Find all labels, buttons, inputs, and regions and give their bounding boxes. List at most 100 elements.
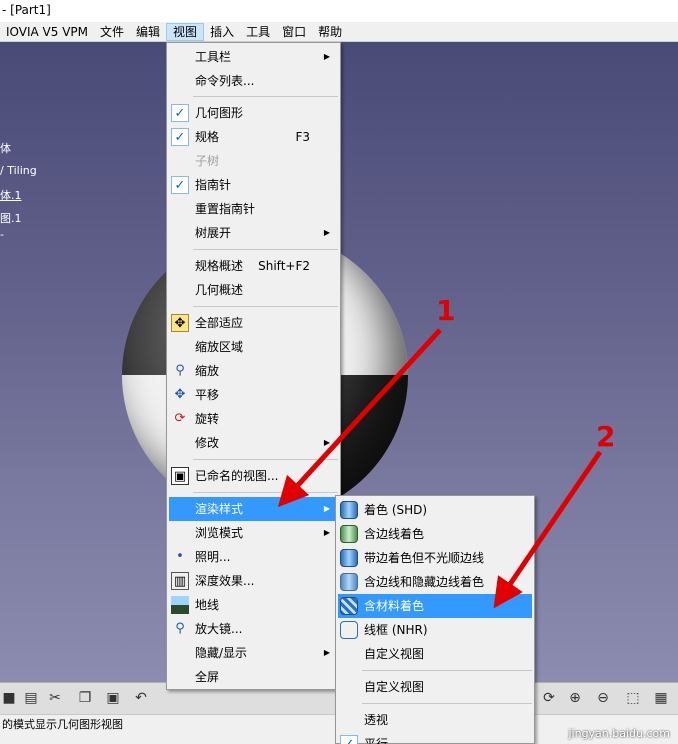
menu-file[interactable]: 文件 — [94, 23, 130, 41]
menu-item-pan[interactable]: ✥ 平移 — [169, 383, 338, 407]
menu-item-label: 几何概述 — [195, 283, 244, 297]
magnifier-icon: ⚲ — [175, 363, 185, 378]
submenu-arrow-icon: ▶ — [323, 52, 330, 61]
menu-item-zoom[interactable]: ⚲ 缩放 — [169, 359, 338, 383]
menu-item-label: 树展开 — [195, 226, 232, 240]
shading-cylinder-icon — [340, 501, 358, 519]
window-title: - [Part1] — [2, 3, 51, 17]
tree-item[interactable]: / Tiling — [0, 164, 37, 177]
menu-item-fit-all[interactable]: ✥ 全部适应 — [169, 311, 338, 335]
rotate-icon[interactable]: ⟳ — [540, 689, 558, 707]
menu-tools[interactable]: 工具 — [240, 23, 276, 41]
menu-item-label: 缩放 — [195, 364, 220, 378]
zoom-in-icon[interactable]: ⊕ — [566, 689, 584, 707]
menu-item-label: 透视 — [364, 713, 389, 727]
menu-item-label: 自定义视图 — [364, 647, 425, 661]
menu-item-subtree: 子树 — [169, 149, 338, 173]
submenu-item-wireframe[interactable]: 线框 (NHR) — [338, 618, 532, 642]
menu-item-geometry[interactable]: ✓ 几何图形 — [169, 101, 338, 125]
menu-edit[interactable]: 编辑 — [130, 23, 166, 41]
tree-item[interactable]: - — [0, 228, 4, 241]
menu-item-label: 命令列表... — [195, 74, 255, 88]
checkmark-icon: ✓ — [171, 104, 189, 122]
menu-item-tree-expansion[interactable]: 树展开 ▶ — [169, 221, 338, 245]
menu-item-label: 放大镜... — [195, 622, 243, 636]
submenu-item-shading-hidden-edges[interactable]: 含边线和隐藏边线着色 — [338, 570, 532, 594]
watermark: jingyan.baidu.com — [568, 727, 670, 740]
menu-view[interactable]: 视图 — [166, 22, 205, 41]
menu-item-ground[interactable]: 地线 — [169, 593, 338, 617]
menu-help[interactable]: 帮助 — [312, 23, 348, 41]
menu-separator — [193, 249, 338, 250]
submenu-item-shading-edges[interactable]: 含边线着色 — [338, 522, 532, 546]
menu-item-label: 重置指南针 — [195, 202, 256, 216]
view-icon[interactable]: ⬚ — [624, 689, 642, 707]
menu-item-label: 全屏 — [195, 670, 220, 684]
submenu-arrow-icon: ▶ — [323, 438, 330, 447]
menu-item-reset-compass[interactable]: 重置指南针 — [169, 197, 338, 221]
menu-separator — [193, 96, 338, 97]
menu-item-label: 带边着色但不光顺边线 — [364, 551, 485, 565]
status-text: 的模式显示几何图形视图 — [2, 718, 123, 731]
menu-item-geometry-overview[interactable]: 几何概述 — [169, 278, 338, 302]
menu-item-full-screen[interactable]: 全屏 — [169, 665, 338, 689]
menu-item-depth-effect[interactable]: ▥ 深度效果... — [169, 569, 338, 593]
annotation-number-2: 2 — [596, 420, 616, 453]
menu-item-lighting[interactable]: • 照明... — [169, 545, 338, 569]
depth-effect-icon: ▥ — [171, 572, 189, 590]
menu-item-magnifier[interactable]: ⚲ 放大镜... — [169, 617, 338, 641]
submenu-item-material-shading[interactable]: 含材料着色 — [338, 594, 532, 618]
menu-item-label: 含边线着色 — [364, 527, 425, 541]
menu-item-spec-overview[interactable]: 规格概述 Shift+F2 — [169, 254, 338, 278]
menu-item-rotate[interactable]: ⟳ 旋转 — [169, 407, 338, 431]
submenu-item-custom-view[interactable]: 自定义视图 — [338, 642, 532, 666]
menu-item-zoom-area[interactable]: 缩放区域 — [169, 335, 338, 359]
save-icon[interactable]: ■ — [0, 689, 18, 707]
tree-item[interactable]: 体 — [0, 140, 11, 156]
menu-item-specifications[interactable]: ✓ 规格 F3 — [169, 125, 338, 149]
submenu-item-parallel[interactable]: ✓ 平行 — [338, 732, 532, 744]
ground-icon — [171, 596, 189, 614]
menu-item-named-views[interactable]: ▣ 已命名的视图... — [169, 464, 338, 488]
cube-icon[interactable]: ▦ — [652, 689, 670, 707]
menu-item-toolbars[interactable]: 工具栏 ▶ — [169, 45, 338, 69]
menu-window[interactable]: 窗口 — [276, 23, 312, 41]
menu-item-label: 照明... — [195, 550, 231, 564]
menu-item-label: 几何图形 — [195, 106, 244, 120]
menu-separator — [193, 492, 338, 493]
menu-item-navigation-mode[interactable]: 浏览模式 ▶ — [169, 521, 338, 545]
menu-shortcut: Shift+F2 — [258, 259, 310, 273]
menu-item-render-style[interactable]: 渲染样式 ▶ — [169, 497, 338, 521]
menu-separator — [193, 459, 338, 460]
menu-item-modify[interactable]: 修改 ▶ — [169, 431, 338, 455]
menu-insert[interactable]: 插入 — [204, 23, 240, 41]
menu-app[interactable]: IOVIA V5 VPM — [0, 23, 94, 41]
menu-item-compass[interactable]: ✓ 指南针 — [169, 173, 338, 197]
menu-item-hide-show[interactable]: 隐藏/显示 ▶ — [169, 641, 338, 665]
menu-item-label: 含边线和隐藏边线着色 — [364, 575, 485, 589]
title-bar: - [Part1] — [0, 0, 678, 22]
print-icon[interactable]: ▤ — [22, 689, 40, 707]
checkmark-icon: ✓ — [171, 176, 189, 194]
menu-separator — [362, 703, 532, 704]
menu-item-label: 平移 — [195, 388, 220, 402]
submenu-item-custom-view-2[interactable]: 自定义视图 — [338, 675, 532, 699]
rotate-icon: ⟳ — [174, 411, 186, 426]
zoom-out-icon[interactable]: ⊖ — [594, 689, 612, 707]
submenu-arrow-icon: ▶ — [323, 528, 330, 537]
copy-icon[interactable]: ❐ — [76, 689, 94, 707]
submenu-item-shading-edges-no-smooth[interactable]: 带边着色但不光顺边线 — [338, 546, 532, 570]
tree-item[interactable]: 图.1 — [0, 210, 22, 226]
menu-item-label: 缩放区域 — [195, 340, 244, 354]
cut-icon[interactable]: ✂ — [46, 689, 64, 707]
wireframe-cylinder-icon — [340, 621, 358, 639]
submenu-item-perspective[interactable]: 透视 — [338, 708, 532, 732]
menu-item-label: 着色 (SHD) — [364, 503, 428, 517]
paste-icon[interactable]: ▣ — [104, 689, 122, 707]
undo-icon[interactable]: ↶ — [132, 689, 150, 707]
view-menu: 工具栏 ▶ 命令列表... ✓ 几何图形 ✓ 规格 F3 子树 ✓ 指南针 重置… — [166, 42, 341, 690]
menu-item-command-list[interactable]: 命令列表... — [169, 69, 338, 93]
tree-item[interactable]: 体.1 — [0, 187, 22, 203]
submenu-item-shading[interactable]: 着色 (SHD) — [338, 498, 532, 522]
menu-item-label: 已命名的视图... — [195, 469, 279, 483]
